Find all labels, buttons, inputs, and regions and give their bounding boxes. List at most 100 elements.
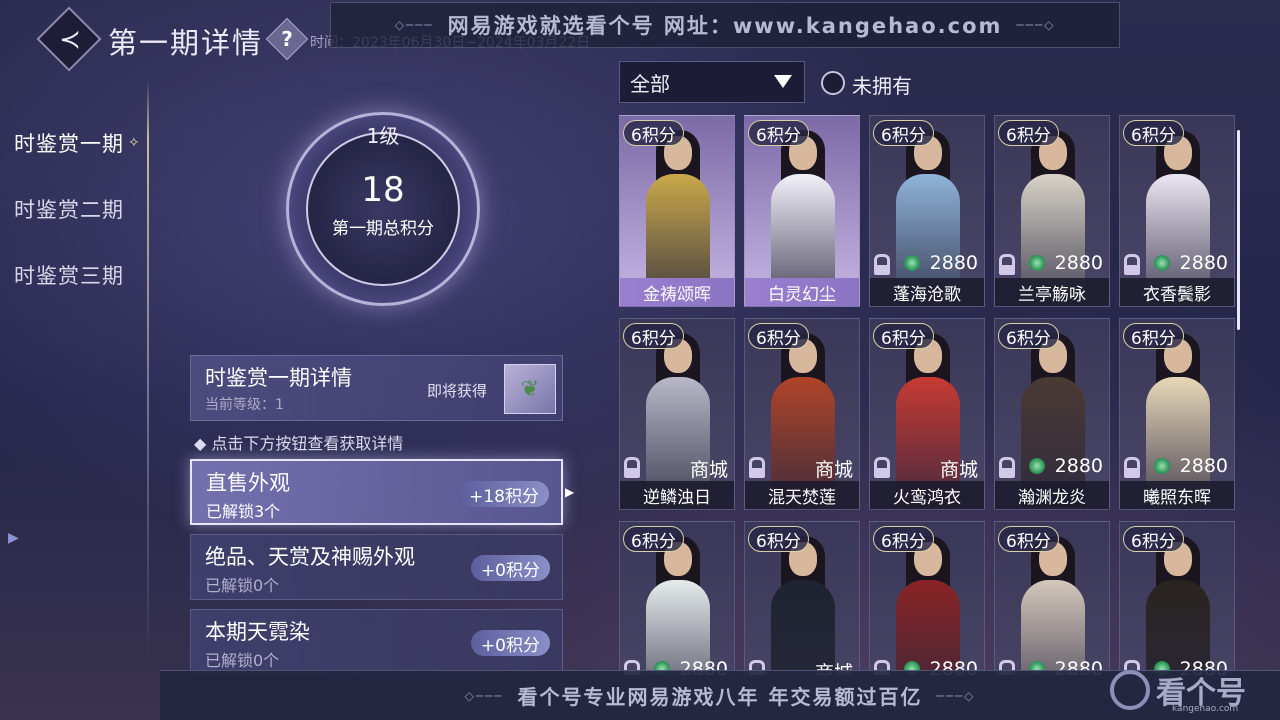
nav-item-period-1[interactable]: 时鉴赏一期 ✧ bbox=[0, 110, 150, 176]
outfit-card[interactable]: 6积分 2880 bbox=[619, 521, 735, 675]
outfit-name: 瀚渊龙炎 bbox=[995, 481, 1109, 509]
outfit-card[interactable]: 6积分白灵幻尘 bbox=[744, 115, 860, 307]
category-points: +0积分 bbox=[470, 555, 550, 581]
outfit-card[interactable]: 6积分 商城 bbox=[744, 521, 860, 675]
outfit-card[interactable]: 6积分 2880 瀚渊龙炎 bbox=[994, 318, 1110, 510]
category-dye[interactable]: 本期天霓染 已解锁0个 +0积分 bbox=[190, 609, 563, 675]
ornament-icon: ◇─── bbox=[394, 18, 434, 32]
outfit-card[interactable]: 6积分 2880 bbox=[869, 521, 985, 675]
outfit-card[interactable]: 6积分 2880 bbox=[1119, 521, 1235, 675]
selected-arrow-icon: ▶ bbox=[565, 485, 575, 499]
price-value: 2880 bbox=[1179, 455, 1228, 477]
points-badge: 6积分 bbox=[623, 526, 684, 552]
jade-currency-icon bbox=[1028, 255, 1045, 271]
outfit-name: 兰亭觞咏 bbox=[995, 278, 1109, 306]
category-unlocked: 已解锁0个 bbox=[205, 651, 280, 670]
outfit-name: 衣香鬓影 bbox=[1120, 278, 1234, 306]
upcoming-reward-label: 即将获得 bbox=[427, 382, 488, 400]
outfit-card[interactable]: 6积分 2880 曦照东晖 bbox=[1119, 318, 1235, 510]
logo-sub: kangehao.com bbox=[1172, 704, 1239, 714]
shop-label: 商城 bbox=[690, 455, 728, 482]
outfit-figure bbox=[642, 536, 714, 675]
outfit-card[interactable]: 6积分商城 逆鳞浊日 bbox=[619, 318, 735, 510]
price-value: 商城 bbox=[939, 459, 978, 481]
dropdown-arrow-icon bbox=[774, 75, 792, 88]
filter-selected-value: 全部 bbox=[630, 71, 670, 96]
points-badge: 6积分 bbox=[873, 120, 934, 146]
points-badge: 6积分 bbox=[998, 120, 1059, 146]
outfit-card[interactable]: 6积分商城 火鸾鸿衣 bbox=[869, 318, 985, 510]
outfit-card[interactable]: 6积分 2880 兰亭觞咏 bbox=[994, 115, 1110, 307]
jade-currency-icon bbox=[1153, 458, 1170, 474]
page-title: 第一期详情 bbox=[108, 26, 264, 60]
outfit-name: 白灵幻尘 bbox=[745, 278, 859, 306]
price-value: 2880 bbox=[929, 252, 978, 274]
lock-icon bbox=[874, 457, 890, 478]
hint-text: ◆ 点击下方按钮查看获取详情 bbox=[194, 434, 404, 453]
outfit-name: 火鸾鸿衣 bbox=[870, 481, 984, 509]
nav-item-period-2[interactable]: 时鉴赏二期 bbox=[0, 176, 150, 242]
outfit-card[interactable]: 6积分 2880 衣香鬓影 bbox=[1119, 115, 1235, 307]
outfit-card[interactable]: 6积分金祷颂晖 bbox=[619, 115, 735, 307]
grid-scrollbar[interactable] bbox=[1237, 130, 1240, 330]
outfit-name: 混天焚莲 bbox=[745, 481, 859, 509]
jade-price: 2880 bbox=[1153, 252, 1228, 274]
total-score: 18 bbox=[361, 170, 405, 210]
points-badge: 6积分 bbox=[748, 526, 809, 552]
outfit-card[interactable]: 6积分 商城 混天焚莲 bbox=[744, 318, 860, 510]
outfit-name: 金祷颂晖 bbox=[620, 278, 734, 306]
price-value: 商城 bbox=[814, 459, 853, 481]
outfit-card[interactable]: 6积分 2880 蓬海沧歌 bbox=[869, 115, 985, 307]
outfit-card[interactable]: 6积分 2880 bbox=[994, 521, 1110, 675]
outfit-figure bbox=[1017, 536, 1089, 675]
not-owned-checkbox[interactable] bbox=[821, 71, 845, 95]
lock-icon bbox=[874, 254, 890, 275]
jade-price: 2880 bbox=[1028, 252, 1103, 274]
ornament-icon: ◇─── bbox=[464, 688, 504, 703]
back-arrow-icon[interactable]: ≺ bbox=[52, 22, 88, 58]
outfit-figure bbox=[767, 130, 839, 304]
lock-icon bbox=[624, 457, 640, 478]
category-unlocked: 已解锁0个 bbox=[205, 576, 280, 595]
total-score-label: 第一期总积分 bbox=[332, 219, 434, 239]
watermark-top-banner: ◇─── 网易游戏就选看个号 网址：www.kangehao.com ───◇ bbox=[330, 2, 1120, 48]
category-points: +0积分 bbox=[470, 630, 550, 656]
outfit-name: 逆鳞浊日 bbox=[620, 481, 734, 509]
ornament-icon: ───◇ bbox=[1016, 18, 1056, 32]
price-value: 商城 bbox=[689, 459, 728, 481]
points-badge: 6积分 bbox=[873, 323, 934, 349]
outfit-figure bbox=[642, 130, 714, 304]
points-badge: 6积分 bbox=[623, 120, 684, 146]
lock-icon bbox=[749, 457, 765, 478]
points-badge: 6积分 bbox=[998, 526, 1059, 552]
help-icon[interactable]: ? bbox=[272, 24, 302, 54]
price-value: 2880 bbox=[1054, 252, 1103, 274]
watermark-logo: 看个号 kangehao.com bbox=[1110, 664, 1270, 716]
expand-arrow-icon[interactable]: ▶ bbox=[8, 530, 19, 546]
filter-dropdown[interactable]: 全部 bbox=[619, 61, 805, 103]
watermark-bottom-text: 看个号专业网易游戏八年 年交易额过百亿 bbox=[517, 685, 923, 709]
points-badge: 6积分 bbox=[748, 120, 809, 146]
not-owned-label[interactable]: 未拥有 bbox=[852, 70, 912, 99]
level-label: 1级 bbox=[366, 124, 400, 148]
points-badge: 6积分 bbox=[623, 323, 684, 349]
points-badge: 6积分 bbox=[1123, 526, 1184, 552]
category-direct-sale[interactable]: 直售外观 已解锁3个 +18积分 bbox=[190, 459, 563, 525]
jade-price: 2880 bbox=[903, 252, 978, 274]
points-badge: 6积分 bbox=[873, 526, 934, 552]
category-premium[interactable]: 绝品、天赏及神赐外观 已解锁0个 +0积分 bbox=[190, 534, 563, 600]
ornament-icon: ───◇ bbox=[936, 688, 976, 703]
current-level-text: 当前等级：1 bbox=[205, 397, 284, 413]
jade-currency-icon bbox=[1153, 255, 1170, 271]
lock-icon bbox=[1124, 457, 1140, 478]
nav-item-label: 时鉴赏二期 bbox=[14, 198, 124, 222]
nav-item-label: 时鉴赏三期 bbox=[14, 264, 124, 288]
nav-item-period-3[interactable]: 时鉴赏三期 bbox=[0, 242, 150, 308]
shop-label: 商城 bbox=[815, 455, 853, 482]
sidebar-nav: 时鉴赏一期 ✧ 时鉴赏二期 时鉴赏三期 bbox=[0, 110, 150, 308]
lock-icon bbox=[999, 254, 1015, 275]
gift-icon[interactable]: ❦ bbox=[504, 364, 556, 414]
logo-icon bbox=[1110, 670, 1150, 710]
category-title: 直售外观 bbox=[206, 471, 290, 495]
lock-icon bbox=[1124, 254, 1140, 275]
